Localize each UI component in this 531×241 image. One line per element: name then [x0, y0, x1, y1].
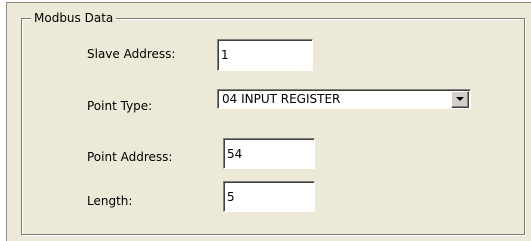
point-address-input[interactable]	[223, 138, 315, 169]
slave-address-label: Slave Address:	[87, 47, 176, 61]
point-type-dropdown[interactable]: 04 INPUT REGISTER	[217, 89, 471, 109]
group-title: Modbus Data	[31, 10, 117, 26]
point-address-label: Point Address:	[87, 150, 173, 164]
point-type-label: Point Type:	[87, 99, 153, 113]
modbus-dialog: Modbus Data Slave Address: Point Type: 0…	[6, 2, 531, 241]
slave-address-input[interactable]	[217, 39, 313, 71]
length-label: Length:	[87, 194, 133, 208]
point-type-selected: 04 INPUT REGISTER	[222, 92, 341, 106]
length-input[interactable]	[223, 181, 315, 212]
chevron-down-icon	[456, 97, 464, 101]
dropdown-button[interactable]	[451, 91, 469, 108]
